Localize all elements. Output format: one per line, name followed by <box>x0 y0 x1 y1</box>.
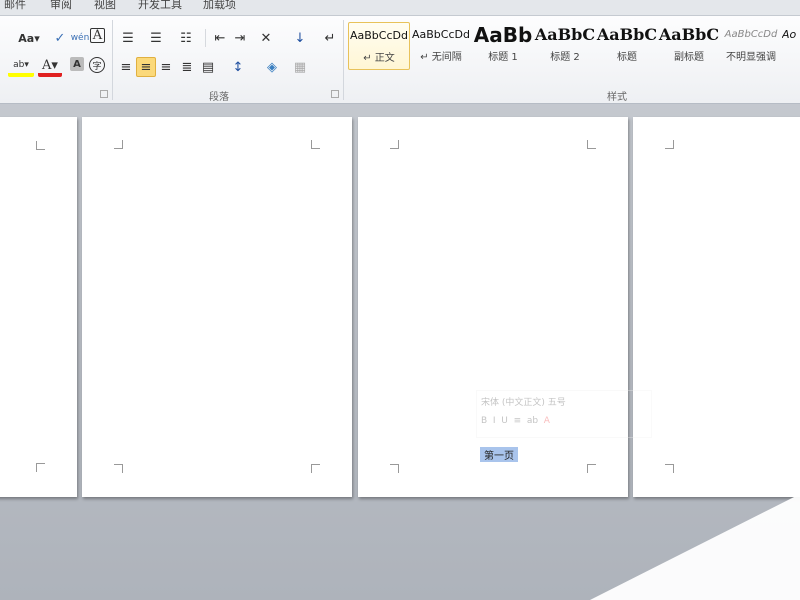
align-right-icon[interactable]: ≡ <box>156 57 176 77</box>
enclose-characters-button[interactable]: 字 <box>89 57 105 73</box>
character-shading-button[interactable]: A <box>70 57 84 71</box>
document-page[interactable] <box>82 117 352 497</box>
numbering-icon[interactable]: ☰ <box>146 28 166 48</box>
style-heading-1[interactable]: AaBb 标题 1 <box>472 22 534 70</box>
tab-addins[interactable]: 加载项 <box>203 0 236 12</box>
tab-mailings[interactable]: 邮件 <box>4 0 26 12</box>
distributed-icon[interactable]: ▤ <box>198 57 218 77</box>
borders-icon[interactable]: ▦ <box>290 57 310 77</box>
selected-text[interactable]: 第一页 <box>480 447 518 462</box>
show-marks-icon[interactable]: ↵ <box>320 28 340 48</box>
spelling-icon[interactable]: ✓ <box>50 28 70 48</box>
document-page[interactable] <box>0 117 77 497</box>
phonetic-guide-button[interactable]: wén <box>70 28 90 48</box>
multilevel-list-icon[interactable]: ☷ <box>176 28 196 48</box>
tab-review[interactable]: 审阅 <box>50 0 72 12</box>
mini-font-name[interactable]: 宋体 (中文正文) <box>481 398 545 408</box>
character-border-button[interactable]: A <box>90 28 105 43</box>
decrease-indent-icon[interactable]: ⇤ <box>210 28 230 48</box>
document-page[interactable] <box>633 117 800 497</box>
style-more[interactable]: Ao <box>782 22 800 70</box>
sort-icon[interactable]: ↓ <box>290 28 310 48</box>
style-normal[interactable]: AaBbCcDd ↵ 正文 <box>348 22 410 70</box>
tab-developer[interactable]: 开发工具 <box>138 0 182 12</box>
style-title[interactable]: AaBbC 标题 <box>596 22 658 70</box>
style-subtitle[interactable]: AaBbC 副标题 <box>658 22 720 70</box>
font-dialog-launcher[interactable] <box>100 90 108 98</box>
line-spacing-icon[interactable]: ↕ <box>228 57 248 77</box>
highlight-button[interactable]: ab▾ <box>8 57 34 77</box>
group-separator <box>112 20 113 100</box>
change-case-button[interactable]: Aa▾ <box>16 28 42 48</box>
style-heading-2[interactable]: AaBbC 标题 2 <box>534 22 596 70</box>
bullets-icon[interactable]: ☰ <box>118 28 138 48</box>
style-subtle-emphasis[interactable]: AaBbCcDd 不明显强调 <box>720 22 782 70</box>
group-separator <box>343 20 344 100</box>
justify-icon[interactable]: ≣ <box>177 57 197 77</box>
document-page[interactable] <box>358 117 628 497</box>
align-center-icon[interactable]: ≡ <box>136 57 156 77</box>
chinese-layout-icon[interactable]: ✕ <box>256 28 276 48</box>
paragraph-dialog-launcher[interactable] <box>331 90 339 98</box>
style-no-spacing[interactable]: AaBbCcDd ↵ 无间隔 <box>410 22 472 70</box>
increase-indent-icon[interactable]: ⇥ <box>230 28 250 48</box>
font-color-button[interactable]: A▾ <box>38 57 62 77</box>
mini-font-size[interactable]: 五号 <box>548 398 566 408</box>
paragraph-group-label: 段落 <box>209 92 229 103</box>
ribbon: Aa▾ ✓ wén A ab▾ A▾ A 字 ☰ ☰ ☷ ⇤ ⇥ ✕ ↓ ↵ ≡… <box>0 16 800 104</box>
mini-toolbar[interactable]: 宋体 (中文正文) 五号 B I U ≡ ab A <box>476 390 652 438</box>
align-left-icon[interactable]: ≡ <box>116 57 136 77</box>
shading-icon[interactable]: ◈ <box>262 57 282 77</box>
styles-group-label: 样式 <box>607 92 627 103</box>
ribbon-tabs: 邮件 审阅 视图 开发工具 加载项 <box>0 0 800 16</box>
tab-view[interactable]: 视图 <box>94 0 116 12</box>
